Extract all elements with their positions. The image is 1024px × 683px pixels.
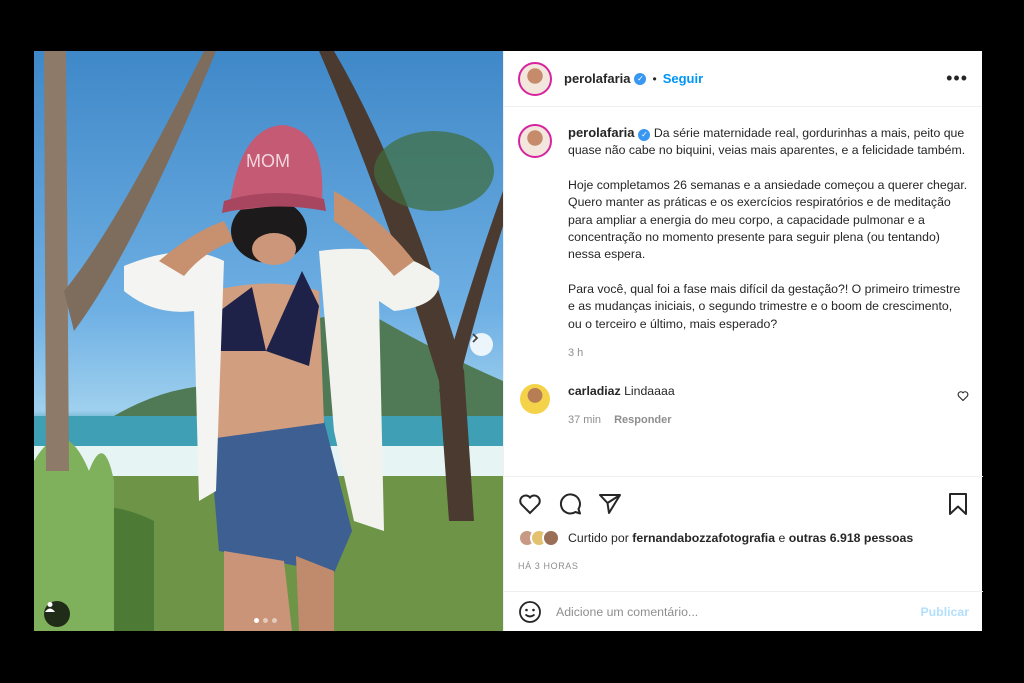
post-caption: perolafaria ✓ Da série maternidade real, … (568, 124, 969, 362)
comment-username[interactable]: carladiaz (568, 384, 621, 398)
comment-body: carladiaz Lindaaaa (568, 384, 675, 398)
likes-text: Curtido por fernandabozzafotografia e ou… (568, 531, 913, 545)
comment-item: carladiaz Lindaaaa 37 min Responder (518, 384, 969, 426)
likes-others[interactable]: outras 6.918 pessoas (789, 531, 913, 545)
author-username[interactable]: perolafaria (564, 71, 630, 86)
user-icon (45, 602, 55, 612)
comment-avatar[interactable] (520, 384, 550, 415)
more-options-button[interactable]: ••• (946, 68, 968, 89)
tagged-users-button[interactable] (44, 601, 70, 627)
reply-button[interactable]: Responder (614, 414, 671, 426)
comment-button[interactable] (558, 492, 582, 516)
carousel-dot (254, 618, 259, 623)
follow-button[interactable]: Seguir (663, 71, 703, 86)
post-timestamp[interactable]: HÁ 3 HORAS (518, 561, 579, 571)
comment-text: Lindaaaa (624, 384, 675, 399)
separator: • (652, 71, 657, 86)
like-comment-heart-icon[interactable] (957, 390, 969, 402)
likes-connector: e (778, 531, 786, 545)
caption-paragraph-2: Hoje completamos 26 semanas e a ansiedad… (568, 177, 968, 262)
comment-time[interactable]: 37 min (568, 414, 601, 426)
publish-button[interactable]: Publicar (920, 605, 969, 619)
caption-username[interactable]: perolafaria (568, 125, 634, 140)
caption-row: perolafaria ✓ Da série maternidade real, … (518, 124, 969, 362)
post-sidebar: perolafaria ✓ • Seguir ••• perolafaria ✓ … (503, 51, 983, 631)
comment-bubble-icon (559, 493, 581, 515)
next-photo-button[interactable] (470, 333, 493, 356)
comment-meta: 37 min Responder (568, 414, 675, 426)
action-bar (504, 476, 983, 531)
caption-paragraph-3: Para você, qual foi a fase mais difícil … (568, 281, 961, 331)
save-button[interactable] (947, 492, 969, 516)
liker-username[interactable]: fernandabozzafotografia (632, 531, 775, 545)
caption-time[interactable]: 3 h (568, 345, 969, 362)
post-modal: MOM perolafaria ✓ • Seguir ••• perolafar… (34, 51, 983, 631)
bookmark-icon (949, 493, 967, 515)
post-photo[interactable]: MOM (34, 51, 503, 631)
photo-illustration: MOM (34, 51, 503, 631)
share-button[interactable] (598, 492, 622, 516)
comments-section: perolafaria ✓ Da série maternidade real, … (504, 108, 983, 476)
liker-avatar[interactable] (542, 529, 560, 547)
add-comment-bar: Publicar (504, 591, 983, 631)
verified-badge-icon: ✓ (634, 72, 647, 85)
paper-plane-icon (599, 494, 621, 514)
heart-icon (519, 494, 541, 515)
post-header: perolafaria ✓ • Seguir ••• (504, 51, 982, 107)
verified-badge-icon: ✓ (638, 128, 651, 141)
like-button[interactable] (518, 492, 542, 516)
avatar[interactable] (518, 61, 552, 96)
carousel-dot (263, 618, 268, 623)
cap-text: MOM (246, 151, 290, 171)
likes-summary: Curtido por fernandabozzafotografia e ou… (518, 529, 913, 547)
comment-input[interactable] (556, 604, 921, 619)
chevron-right-icon (472, 333, 479, 343)
caption-avatar[interactable] (518, 124, 552, 158)
carousel-dot (272, 618, 277, 623)
likes-prefix: Curtido por (568, 531, 629, 545)
emoji-icon[interactable] (518, 600, 542, 624)
carousel-indicator (254, 618, 277, 623)
